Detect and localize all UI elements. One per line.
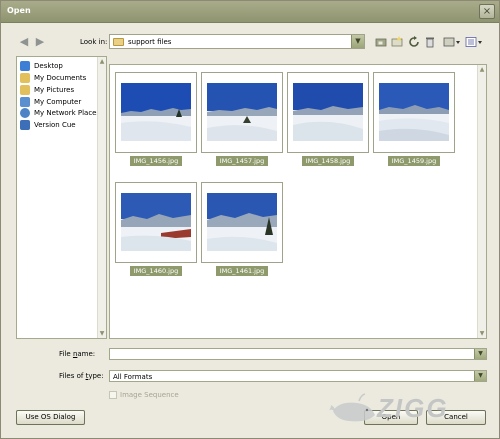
place-label: My Computer — [34, 98, 82, 106]
file-thumbnail[interactable]: IMG_1457.jpg — [201, 72, 283, 169]
files-of-type-value: All Formats — [113, 373, 153, 381]
use-os-dialog-button[interactable]: Use OS Dialog — [16, 410, 85, 425]
file-thumbnail[interactable]: IMG_1461.jpg — [201, 182, 283, 279]
file-name-label: IMG_1456.jpg — [130, 156, 182, 166]
chevron-down-icon[interactable]: ▼ — [474, 371, 486, 381]
look-in-label: Look in: — [80, 38, 108, 46]
file-name-input[interactable]: ▼ — [109, 348, 487, 360]
open-dialog: Open × ◀ ▶ Look in: support files ▼ Desk… — [0, 0, 500, 439]
place-version-cue[interactable]: Version Cue — [20, 120, 105, 131]
window-title: Open — [7, 6, 31, 15]
folder-icon — [113, 38, 124, 46]
back-arrow-icon[interactable]: ◀ — [17, 35, 31, 48]
label-part: ame: — [77, 350, 96, 358]
place-label: My Documents — [34, 74, 87, 82]
documents-icon — [20, 73, 30, 83]
watermark-text: ZIGG — [377, 393, 449, 423]
thumbnail-frame — [115, 182, 197, 263]
photo-preview — [121, 193, 191, 251]
scroll-down-icon[interactable]: ▼ — [98, 329, 106, 338]
label-part: Files of — [59, 372, 86, 380]
file-list: IMG_1456.jpg IMG_1457.jpg IMG_1458.jpg I… — [109, 64, 487, 339]
place-label: My Network Places — [34, 109, 101, 117]
place-my-pictures[interactable]: My Pictures — [20, 85, 105, 96]
photo-preview — [207, 83, 277, 141]
files-of-type-label: Files of type: — [59, 372, 104, 380]
file-thumbnail[interactable]: IMG_1456.jpg — [115, 72, 197, 169]
version-cue-icon — [20, 120, 30, 130]
photo-preview — [207, 193, 277, 251]
zigg-watermark-logo: ZIGG — [329, 393, 494, 425]
photo-preview — [121, 83, 191, 141]
pictures-icon — [20, 85, 30, 95]
chevron-down-icon[interactable]: ▼ — [474, 349, 486, 359]
file-name-label: File name: — [59, 350, 95, 358]
scroll-up-icon[interactable]: ▲ — [478, 65, 486, 74]
thumbnail-frame — [201, 72, 283, 153]
place-label: Version Cue — [34, 121, 76, 129]
whale-logo-icon — [329, 393, 375, 422]
forward-arrow-icon[interactable]: ▶ — [33, 35, 47, 48]
delete-icon[interactable] — [424, 36, 436, 48]
thumbnail-frame — [287, 72, 369, 153]
refresh-icon[interactable] — [408, 36, 420, 48]
file-name-label: IMG_1458.jpg — [302, 156, 354, 166]
thumbnail-frame — [115, 72, 197, 153]
place-my-computer[interactable]: My Computer — [20, 97, 105, 108]
view-menu-icon[interactable] — [443, 36, 461, 48]
image-sequence-checkbox[interactable] — [109, 391, 117, 399]
photo-preview — [379, 83, 449, 141]
look-in-dropdown[interactable]: support files ▼ — [109, 34, 365, 49]
label-part: ype: — [88, 372, 104, 380]
new-folder-icon[interactable] — [391, 36, 403, 48]
place-label: Desktop — [34, 62, 63, 70]
place-desktop[interactable]: Desktop — [20, 61, 105, 72]
file-name-label: IMG_1459.jpg — [388, 156, 440, 166]
file-thumbnail[interactable]: IMG_1458.jpg — [287, 72, 369, 169]
files-of-type-select[interactable]: All Formats ▼ — [109, 370, 487, 382]
file-name-label: IMG_1457.jpg — [216, 156, 268, 166]
scroll-down-icon[interactable]: ▼ — [478, 329, 486, 338]
image-sequence-label: Image Sequence — [120, 391, 179, 399]
network-icon — [20, 108, 30, 118]
places-sidebar: Desktop My Documents My Pictures My Comp… — [16, 56, 107, 339]
label-part: File — [59, 350, 73, 358]
place-my-documents[interactable]: My Documents — [20, 73, 105, 84]
file-name-label: IMG_1460.jpg — [130, 266, 182, 276]
file-name-label: IMG_1461.jpg — [216, 266, 268, 276]
chevron-down-icon[interactable]: ▼ — [351, 35, 364, 48]
look-in-value: support files — [128, 38, 172, 46]
file-thumbnail[interactable]: IMG_1460.jpg — [115, 182, 197, 279]
computer-icon — [20, 97, 30, 107]
options-menu-icon[interactable] — [465, 36, 483, 48]
thumbnail-frame — [201, 182, 283, 263]
places-scrollbar[interactable]: ▲ ▼ — [97, 57, 106, 338]
file-thumbnail[interactable]: IMG_1459.jpg — [373, 72, 455, 169]
scroll-up-icon[interactable]: ▲ — [98, 57, 106, 66]
close-window-button[interactable]: × — [479, 4, 495, 19]
file-list-scrollbar[interactable]: ▲ ▼ — [477, 65, 486, 338]
go-up-folder-icon[interactable] — [375, 36, 387, 48]
title-bar[interactable]: Open × — [1, 1, 499, 23]
thumbnail-frame — [373, 72, 455, 153]
desktop-icon — [20, 61, 30, 71]
place-label: My Pictures — [34, 86, 75, 94]
place-my-network-places[interactable]: My Network Places — [20, 108, 105, 119]
photo-preview — [293, 83, 363, 141]
